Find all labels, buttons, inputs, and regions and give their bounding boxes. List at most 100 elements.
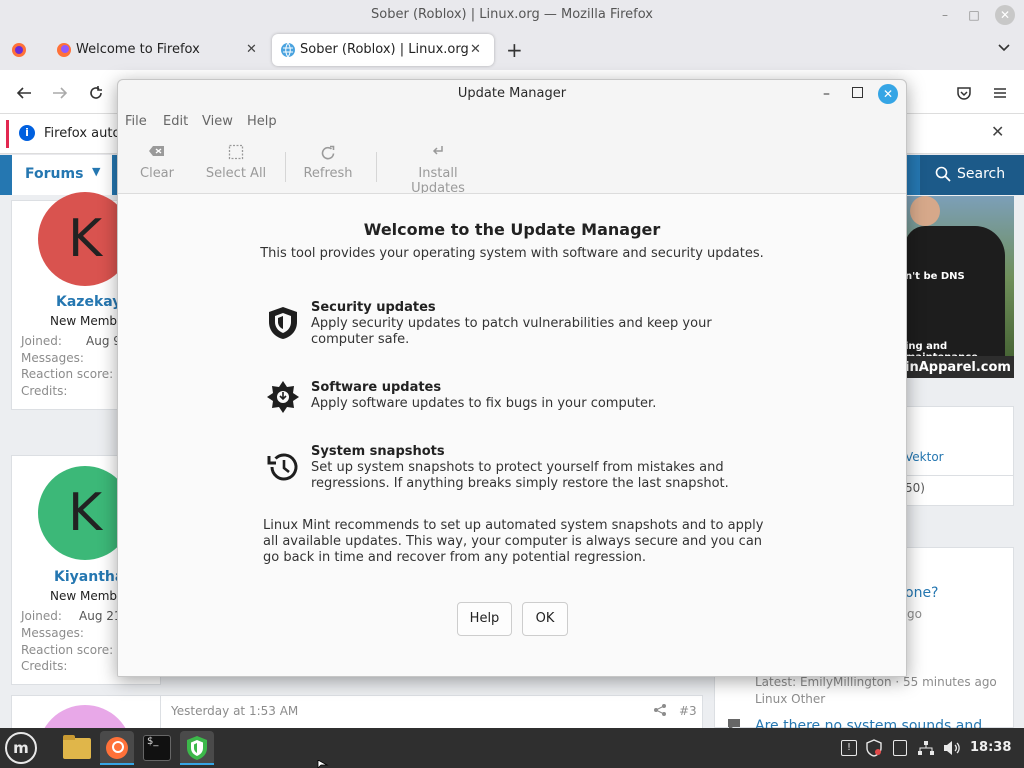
- messages-label: Messages:: [21, 351, 84, 365]
- thread-meta: go: [907, 607, 922, 621]
- menu-view[interactable]: View: [202, 114, 233, 129]
- notification-accent: [6, 120, 9, 148]
- reload-icon[interactable]: [87, 84, 105, 102]
- share-icon[interactable]: [653, 703, 667, 717]
- toolbar-separator: [285, 152, 286, 182]
- close-icon[interactable]: ✕: [878, 84, 898, 104]
- install-updates-button[interactable]: Install Updates: [390, 144, 486, 196]
- toolbar-separator: [376, 152, 377, 182]
- history-icon: [266, 450, 300, 484]
- firefox-view-icon[interactable]: [11, 42, 27, 58]
- post-number[interactable]: #3: [679, 704, 697, 718]
- avatar-initial: K: [67, 483, 103, 543]
- menu-edit[interactable]: Edit: [163, 114, 188, 129]
- tab-close-icon[interactable]: ✕: [246, 34, 257, 66]
- terminal-launcher[interactable]: $_: [140, 731, 174, 765]
- select-all-button[interactable]: Select All: [204, 144, 268, 181]
- browser-window-title: Sober (Roblox) | Linux.org — Mozilla Fir…: [371, 7, 653, 22]
- mouse-cursor-icon: [317, 760, 329, 768]
- ok-button[interactable]: OK: [522, 602, 568, 636]
- tab-label: Welcome to Firefox: [76, 42, 200, 57]
- clear-icon: [132, 144, 182, 164]
- maximize-icon[interactable]: [852, 87, 863, 98]
- ad-shirt: [905, 226, 1005, 356]
- clear-label: Clear: [140, 166, 174, 181]
- post-time[interactable]: Yesterday at 1:53 AM: [171, 704, 298, 718]
- latest-forum[interactable]: Linux Other: [755, 692, 825, 706]
- reaction-label: Reaction score:: [21, 643, 114, 657]
- tab-welcome[interactable]: Welcome to Firefox ✕: [44, 34, 270, 66]
- folder-icon: [63, 738, 91, 759]
- feature-description: Apply security updates to patch vulnerab…: [311, 316, 712, 347]
- ad-brand: inApparel.com: [905, 360, 1011, 375]
- browser-close-icon[interactable]: ✕: [995, 5, 1015, 25]
- notification-close-icon[interactable]: ✕: [991, 122, 1004, 141]
- ad-image[interactable]: n't be DNS ing and maintenance. inAppare…: [905, 196, 1014, 378]
- refresh-icon: [302, 144, 354, 164]
- credits-label: Credits:: [21, 384, 68, 398]
- firefox-logo-icon: [56, 42, 72, 58]
- update-tray-icon[interactable]: [866, 739, 882, 757]
- active-indicator: [100, 763, 134, 765]
- sidebar-link[interactable]: Vektor: [905, 450, 944, 464]
- thread-title[interactable]: Are there no system sounds and: [755, 718, 982, 728]
- latest-post[interactable]: Latest: EmilyMillington · 55 minutes ago: [755, 675, 997, 689]
- firefox-launcher[interactable]: [100, 731, 134, 765]
- clock[interactable]: 18:38: [970, 740, 1011, 755]
- files-launcher[interactable]: [60, 731, 94, 765]
- ad-person-head: [910, 196, 940, 226]
- feature-title: System snapshots: [311, 444, 445, 459]
- forward-icon[interactable]: [51, 84, 69, 102]
- pocket-icon[interactable]: [955, 84, 973, 102]
- reaction-label: Reaction score:: [21, 367, 114, 381]
- menu-icon[interactable]: [991, 84, 1009, 102]
- network-icon[interactable]: [917, 740, 935, 756]
- back-icon[interactable]: [15, 84, 33, 102]
- minimize-icon[interactable]: –: [936, 6, 954, 24]
- joined-label: Joined:: [21, 609, 62, 623]
- list-tabs-icon[interactable]: [996, 40, 1012, 56]
- minimize-icon[interactable]: –: [823, 86, 830, 102]
- tab-close-icon[interactable]: ✕: [470, 34, 481, 66]
- joined-value: Aug 9: [86, 334, 121, 348]
- welcome-panel: Welcome to the Update Manager This tool …: [118, 193, 906, 676]
- browser-titlebar: Sober (Roblox) | Linux.org — Mozilla Fir…: [0, 0, 1024, 30]
- joined-value: Aug 21: [79, 609, 122, 623]
- chevron-down-icon: ▼: [92, 165, 101, 178]
- software-update-icon: [266, 380, 300, 414]
- welcome-heading: Welcome to the Update Manager: [363, 220, 661, 239]
- forums-tab[interactable]: Forums ▼: [12, 155, 112, 195]
- username[interactable]: Kiyantha: [54, 569, 124, 585]
- clipboard-icon[interactable]: [893, 740, 907, 756]
- tab-linux-org[interactable]: Sober (Roblox) | Linux.org ✕: [272, 34, 494, 66]
- thread-title[interactable]: one?: [905, 585, 938, 601]
- maximize-icon[interactable]: □: [965, 6, 983, 24]
- volume-icon[interactable]: [943, 740, 961, 756]
- credits-label: Credits:: [21, 659, 68, 673]
- avatar-initial: K: [67, 209, 103, 269]
- help-button[interactable]: Help: [457, 602, 512, 636]
- select-all-icon: [204, 144, 268, 164]
- search-button[interactable]: Search: [920, 155, 1024, 195]
- mint-menu-icon[interactable]: m: [5, 732, 37, 764]
- ad-shirt-text: n't be DNS: [905, 271, 965, 282]
- menu-file[interactable]: File: [125, 114, 147, 129]
- clear-button[interactable]: Clear: [132, 144, 182, 181]
- refresh-label: Refresh: [303, 166, 353, 181]
- forums-label: Forums: [25, 166, 84, 182]
- select-all-label: Select All: [205, 166, 267, 181]
- username[interactable]: Kazekay: [56, 294, 121, 310]
- menu-help[interactable]: Help: [247, 114, 277, 129]
- notification-text: Firefox auto: [44, 126, 121, 141]
- firefox-icon: [105, 736, 129, 760]
- install-icon: [390, 144, 486, 164]
- dialog-titlebar: Update Manager: [118, 80, 906, 110]
- feature-title: Software updates: [311, 380, 442, 395]
- new-tab-icon[interactable]: +: [506, 38, 523, 62]
- messages-label: Messages:: [21, 626, 84, 640]
- globe-icon: [280, 42, 296, 58]
- refresh-button[interactable]: Refresh: [302, 144, 354, 181]
- update-manager-window: Update Manager – ✕ File Edit View Help C…: [117, 79, 907, 677]
- update-manager-launcher[interactable]: [180, 731, 214, 765]
- notification-tray-icon[interactable]: !: [841, 740, 857, 756]
